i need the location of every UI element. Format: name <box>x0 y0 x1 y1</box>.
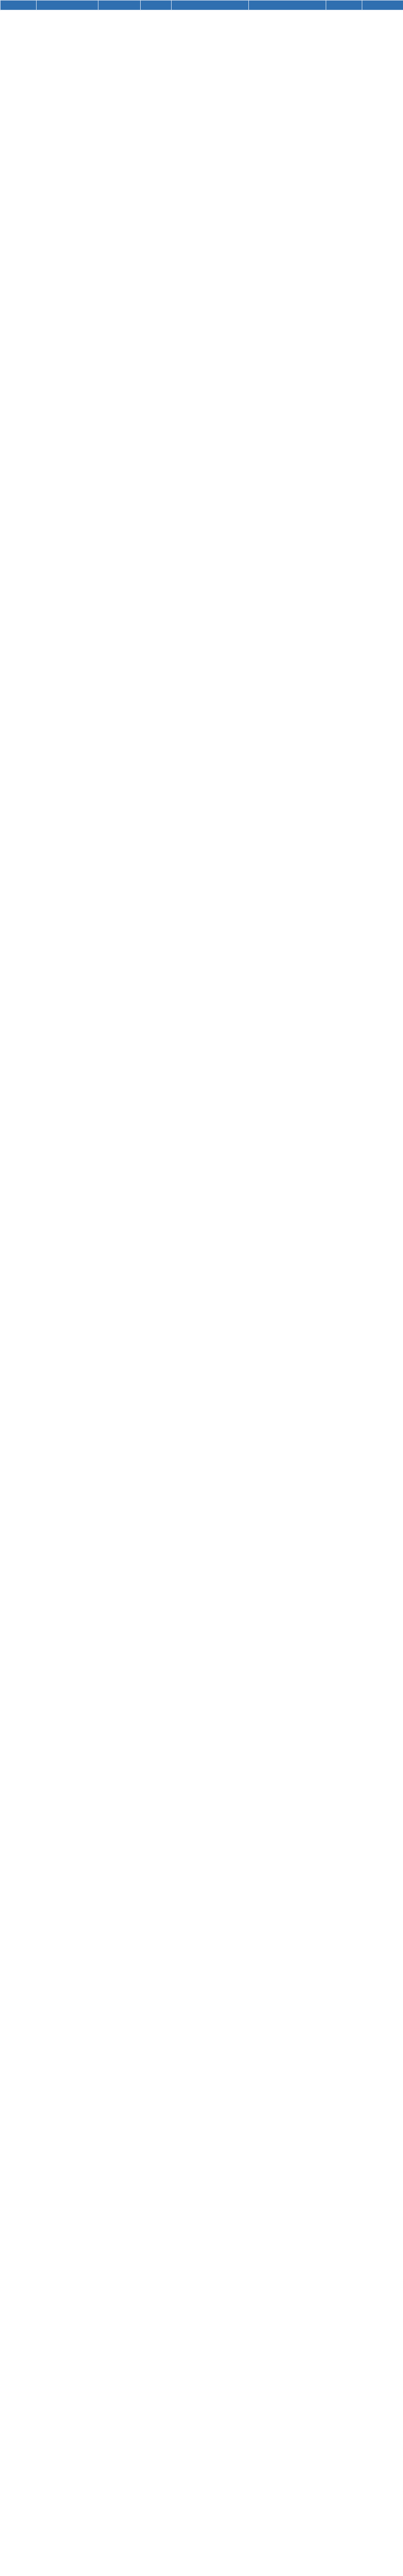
column-header[interactable] <box>362 0 403 10</box>
column-header[interactable] <box>140 0 172 10</box>
table-header <box>0 0 403 10</box>
column-header[interactable] <box>0 0 37 10</box>
column-header[interactable] <box>326 0 362 10</box>
results-table <box>0 0 403 10</box>
header-row <box>0 0 403 10</box>
column-header[interactable] <box>248 0 326 10</box>
column-header[interactable] <box>36 0 98 10</box>
results-table-container <box>0 0 403 10</box>
column-header[interactable] <box>98 0 141 10</box>
column-header[interactable] <box>171 0 249 10</box>
